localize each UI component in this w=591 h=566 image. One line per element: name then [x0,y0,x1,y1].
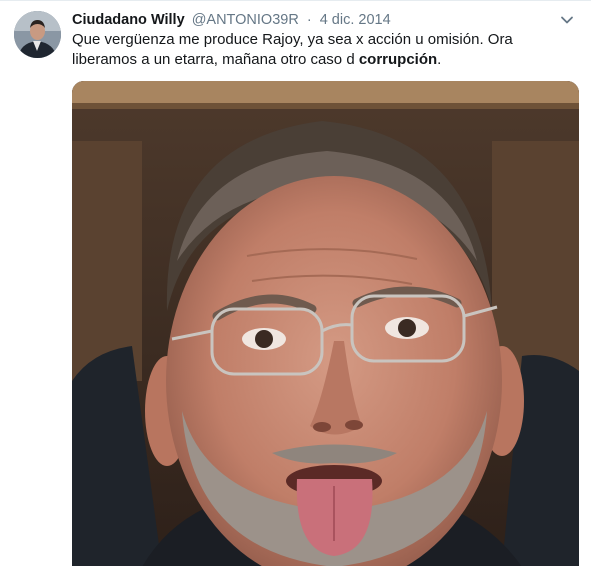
tweet-date[interactable]: 4 dic. 2014 [320,12,391,28]
separator-dot: · [306,12,312,28]
chevron-down-icon[interactable] [559,12,575,28]
tweet-card[interactable]: Ciudadano Willy @ANTONIO39R · 4 dic. 201… [0,0,591,566]
tweet-text-bold: corrupción [358,51,438,68]
tweet-text: Que vergüenza me produce Rajoy, ya sea x… [72,30,572,70]
avatar[interactable] [14,11,61,58]
tweet-header: Ciudadano Willy @ANTONIO39R · 4 dic. 201… [72,10,551,30]
user-handle[interactable]: @ANTONIO39R [192,12,299,28]
tweet-text-end: . [437,51,442,68]
tweet-text-main: Que vergüenza me produce Rajoy, ya sea x… [72,31,513,68]
display-name[interactable]: Ciudadano Willy [72,12,185,28]
tweet-photo[interactable] [72,81,579,566]
